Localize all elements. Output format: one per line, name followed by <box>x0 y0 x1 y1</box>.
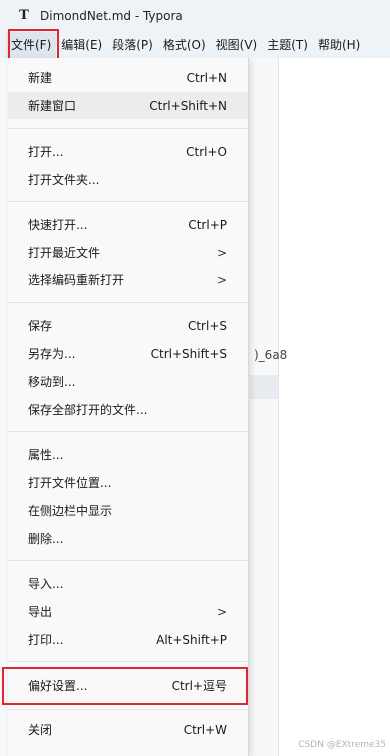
menu-open-file-location[interactable]: 打开文件位置... <box>8 469 248 496</box>
menu-open-folder-label: 打开文件夹... <box>28 173 100 187</box>
menu-paragraph[interactable]: 段落(P) <box>107 32 158 58</box>
menu-new-shortcut: Ctrl+N <box>186 70 227 85</box>
preferences-highlight-box <box>2 667 248 705</box>
watermark: CSDN @EXtreme35 <box>298 740 386 750</box>
menu-new-window-label: 新建窗口 <box>28 99 77 113</box>
chevron-right-icon: > <box>216 604 227 619</box>
menu-open[interactable]: 打开... Ctrl+O <box>8 138 248 165</box>
menu-move-to[interactable]: 移动到... <box>8 368 248 395</box>
menu-print[interactable]: 打印... Alt+Shift+P <box>8 626 248 653</box>
window-title: DimondNet.md - Typora <box>40 9 183 23</box>
menu-export-label: 导出 <box>28 605 53 619</box>
menu-theme[interactable]: 主题(T) <box>262 32 313 58</box>
menu-properties-label: 属性... <box>28 448 64 462</box>
menu-separator <box>8 431 248 432</box>
sidebar-selected-row[interactable] <box>250 375 278 399</box>
menu-close-shortcut: Ctrl+W <box>183 722 227 737</box>
menu-reopen-with-encoding[interactable]: 选择编码重新打开 > <box>8 266 248 293</box>
menu-save-label: 保存 <box>28 319 53 333</box>
file-dropdown-menu: 新建 Ctrl+N 新建窗口 Ctrl+Shift+N 打开... Ctrl+O… <box>8 58 249 756</box>
menu-separator <box>8 201 248 202</box>
menu-import[interactable]: 导入... <box>8 570 248 597</box>
menu-reveal-in-sidebar[interactable]: 在侧边栏中显示 <box>8 497 248 524</box>
menu-format[interactable]: 格式(O) <box>158 32 211 58</box>
menu-save-all-label: 保存全部打开的文件... <box>28 403 148 417</box>
menu-quick-open-label: 快速打开... <box>28 218 88 232</box>
menu-quick-open[interactable]: 快速打开... Ctrl+P <box>8 211 248 238</box>
menu-separator <box>8 560 248 561</box>
menu-new-label: 新建 <box>28 71 53 85</box>
menu-print-label: 打印... <box>28 633 64 647</box>
menu-open-shortcut: Ctrl+O <box>186 144 227 159</box>
menu-new[interactable]: 新建 Ctrl+N <box>8 64 248 91</box>
typora-logo-icon: T <box>19 8 29 23</box>
menu-print-shortcut: Alt+Shift+P <box>156 632 227 647</box>
file-menu-highlight-box <box>8 29 59 60</box>
menu-open-label: 打开... <box>28 145 64 159</box>
menu-separator <box>8 709 248 710</box>
sidebar-file-name-partial: )_6a8 <box>254 348 288 362</box>
menu-properties[interactable]: 属性... <box>8 441 248 468</box>
menu-close-label: 关闭 <box>28 723 53 737</box>
menu-reveal-in-sidebar-label: 在侧边栏中显示 <box>28 504 113 518</box>
menu-open-recent-label: 打开最近文件 <box>28 246 101 260</box>
menu-open-folder[interactable]: 打开文件夹... <box>8 166 248 193</box>
menu-open-file-location-label: 打开文件位置... <box>28 476 112 490</box>
menu-delete[interactable]: 删除... <box>8 525 248 552</box>
menu-quick-open-shortcut: Ctrl+P <box>188 217 227 232</box>
menu-import-label: 导入... <box>28 577 64 591</box>
menu-separator <box>8 302 248 303</box>
menu-edit[interactable]: 编辑(E) <box>56 32 107 58</box>
title-bar: T DimondNet.md - Typora <box>0 0 390 32</box>
menu-save[interactable]: 保存 Ctrl+S <box>8 312 248 339</box>
menu-move-to-label: 移动到... <box>28 375 76 389</box>
sidebar-divider <box>278 58 279 756</box>
menu-separator <box>8 661 248 662</box>
menu-new-window-shortcut: Ctrl+Shift+N <box>149 98 227 113</box>
menu-view[interactable]: 视图(V) <box>211 32 263 58</box>
menu-help[interactable]: 帮助(H) <box>313 32 365 58</box>
menu-close[interactable]: 关闭 Ctrl+W <box>8 716 248 743</box>
chevron-right-icon: > <box>216 272 227 287</box>
menu-reopen-with-encoding-label: 选择编码重新打开 <box>28 273 125 287</box>
menu-delete-label: 删除... <box>28 532 64 546</box>
menu-save-as-shortcut: Ctrl+Shift+S <box>150 346 227 361</box>
menu-separator <box>8 128 248 129</box>
menu-save-as-label: 另存为... <box>28 347 76 361</box>
menu-new-window[interactable]: 新建窗口 Ctrl+Shift+N <box>8 92 248 119</box>
menu-save-all[interactable]: 保存全部打开的文件... <box>8 396 248 423</box>
menu-export[interactable]: 导出 > <box>8 598 248 625</box>
menu-save-shortcut: Ctrl+S <box>187 318 227 333</box>
menu-save-as[interactable]: 另存为... Ctrl+Shift+S <box>8 340 248 367</box>
chevron-right-icon: > <box>216 245 227 260</box>
menu-open-recent[interactable]: 打开最近文件 > <box>8 239 248 266</box>
